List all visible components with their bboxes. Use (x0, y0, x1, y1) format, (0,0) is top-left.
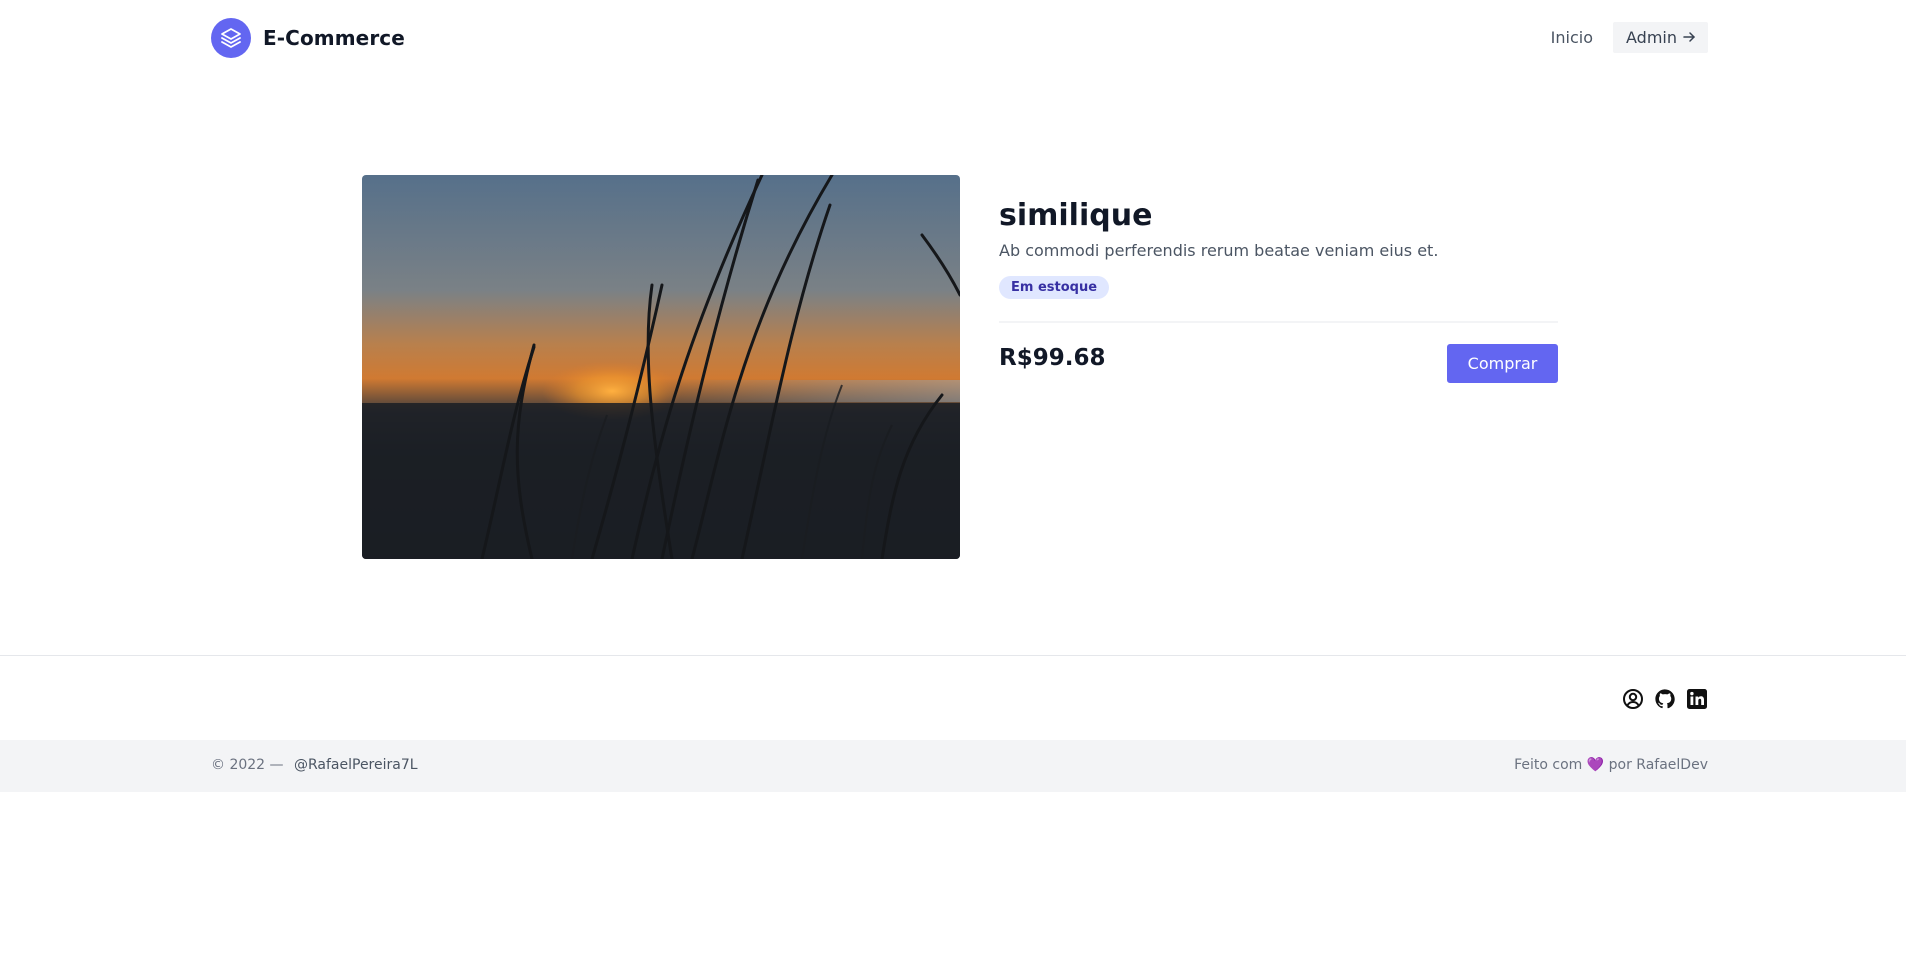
nav-home-link[interactable]: Inicio (1551, 28, 1593, 47)
github-icon[interactable] (1654, 688, 1676, 710)
product-info: similique Ab commodi perferendis rerum b… (999, 196, 1558, 383)
product-image (362, 175, 960, 559)
copyright-text: © 2022 — (211, 757, 284, 773)
footer-bar: © 2022 — @RafaelPereira7L Feito com 💜 po… (0, 740, 1906, 792)
stock-badge: Em estoque (999, 276, 1110, 299)
made-prefix: Feito com (1514, 757, 1583, 773)
admin-button-label: Admin (1626, 28, 1677, 47)
footer-divider (0, 655, 1906, 656)
main-nav: Inicio Admin (1551, 22, 1708, 53)
brand[interactable]: E-Commerce (211, 18, 405, 58)
admin-button[interactable]: Admin (1613, 22, 1708, 53)
layers-icon (211, 18, 251, 58)
user-circle-icon[interactable] (1622, 688, 1644, 710)
arrow-right-icon (1683, 28, 1695, 47)
made-with-love: Feito com 💜 por RafaelDev (1514, 757, 1708, 773)
made-suffix: por RafaelDev (1608, 757, 1708, 773)
site-header: E-Commerce Inicio Admin (0, 0, 1906, 78)
price-row: R$99.68 Comprar (999, 344, 1558, 383)
social-links (1622, 688, 1708, 710)
linkedin-icon[interactable] (1686, 688, 1708, 710)
heart-icon: 💜 (1586, 757, 1605, 773)
product-title: similique (999, 198, 1153, 233)
divider (999, 321, 1558, 323)
copyright: © 2022 — @RafaelPereira7L (211, 757, 418, 773)
author-handle-link[interactable]: @RafaelPereira7L (294, 757, 418, 773)
product-description: Ab commodi perferendis rerum beatae veni… (999, 241, 1439, 260)
product-price: R$99.68 (999, 345, 1106, 371)
brand-name: E-Commerce (263, 26, 405, 50)
buy-button[interactable]: Comprar (1447, 344, 1558, 383)
